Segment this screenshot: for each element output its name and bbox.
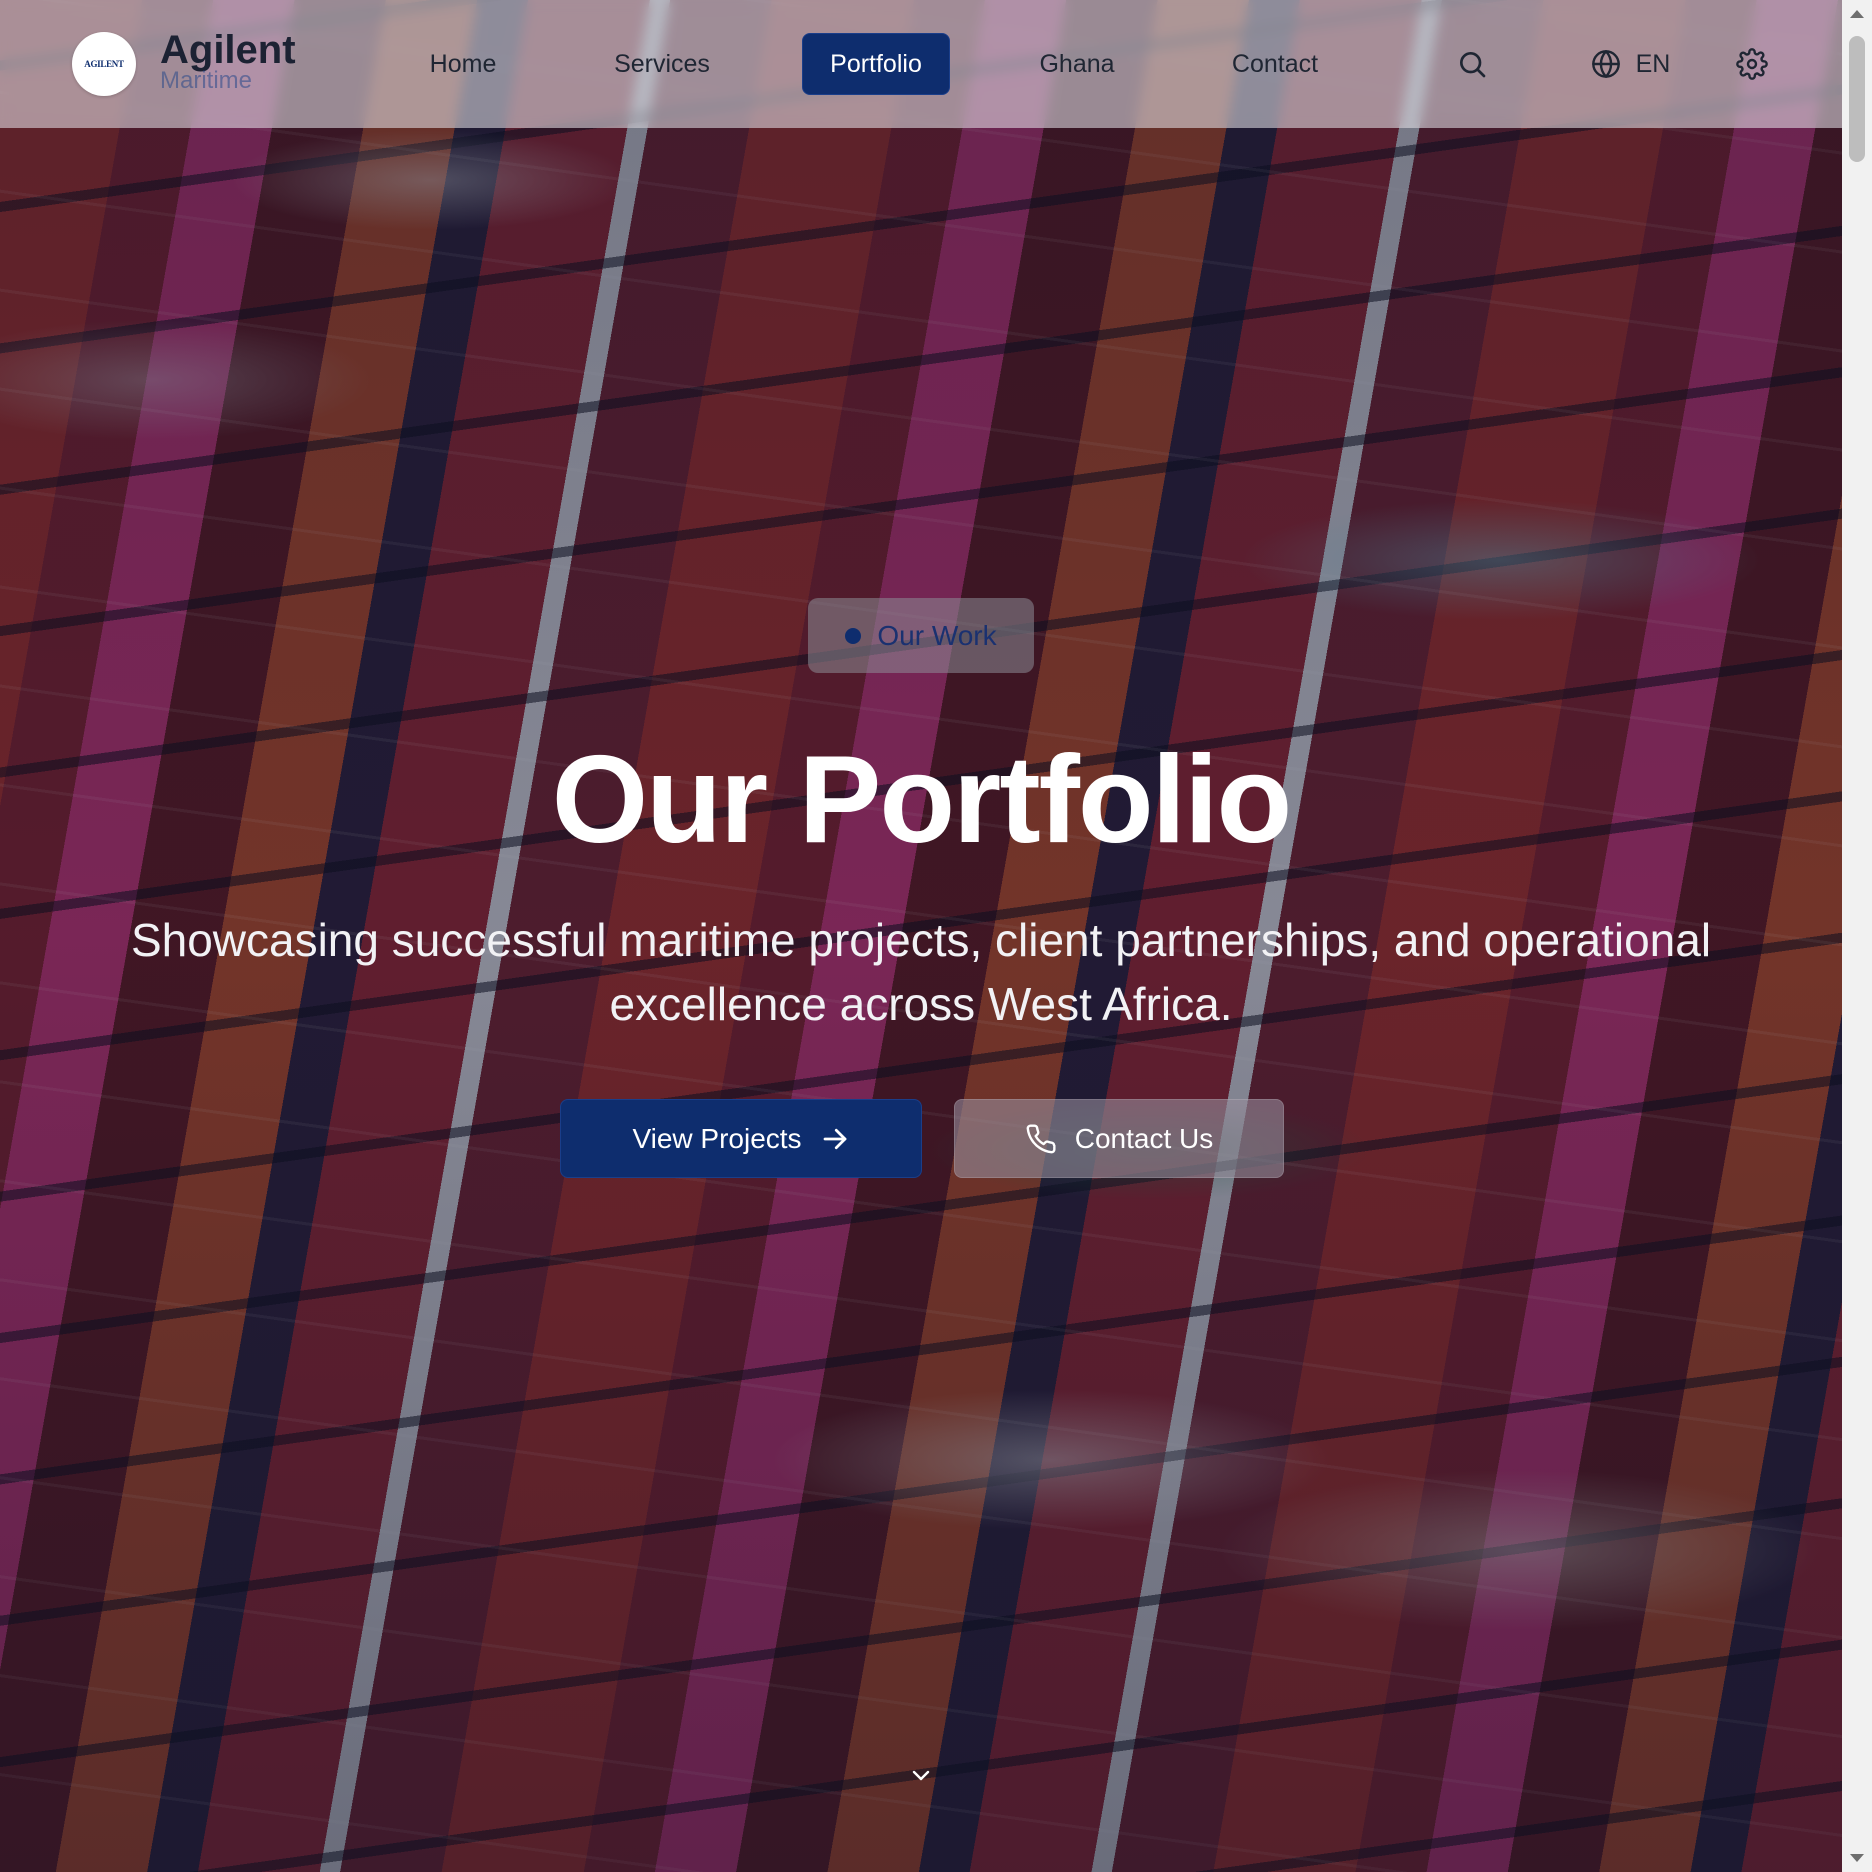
main-nav: Home Services Portfolio Ghana Contact EN: [0, 0, 1842, 128]
language-switcher[interactable]: EN: [1570, 40, 1690, 88]
page-scrollbar[interactable]: [1842, 0, 1872, 1872]
nav-item-contact[interactable]: Contact: [1210, 33, 1340, 95]
view-projects-label: View Projects: [632, 1122, 802, 1154]
section-badge: Our Work: [808, 598, 1034, 673]
view-projects-button[interactable]: View Projects: [560, 1099, 922, 1178]
nav-item-services[interactable]: Services: [594, 33, 730, 95]
badge-label: Our Work: [877, 619, 997, 651]
badge-dot-icon: [845, 627, 862, 644]
globe-icon: [1591, 50, 1620, 78]
arrow-right-icon: [823, 1128, 846, 1149]
contact-us-label: Contact Us: [1074, 1122, 1214, 1154]
scroll-down-arrow-icon[interactable]: [1850, 1854, 1864, 1862]
scroll-up-arrow-icon[interactable]: [1850, 10, 1864, 18]
settings-button[interactable]: [1728, 40, 1776, 88]
scroll-thumb[interactable]: [1849, 36, 1865, 162]
page: AGILENT Agilent Maritime Home Services P…: [0, 0, 1872, 1872]
gear-icon: [1736, 48, 1768, 80]
scroll-down-hint[interactable]: [909, 1763, 933, 1787]
chevron-down-icon: [912, 1770, 930, 1781]
hero-title: Our Portfolio: [551, 731, 1293, 869]
search-icon: [1460, 52, 1486, 78]
site-header: AGILENT Agilent Maritime Home Services P…: [0, 0, 1842, 128]
contact-us-button[interactable]: Contact Us: [954, 1099, 1284, 1178]
search-button[interactable]: [1448, 40, 1496, 88]
nav-item-portfolio[interactable]: Portfolio: [802, 33, 950, 95]
nav-item-home[interactable]: Home: [404, 33, 522, 95]
hero-subtitle: Showcasing successful maritime projects,…: [130, 914, 1712, 1030]
language-label: EN: [1635, 49, 1671, 78]
phone-icon: [1026, 1123, 1056, 1153]
nav-item-ghana[interactable]: Ghana: [1022, 33, 1132, 95]
